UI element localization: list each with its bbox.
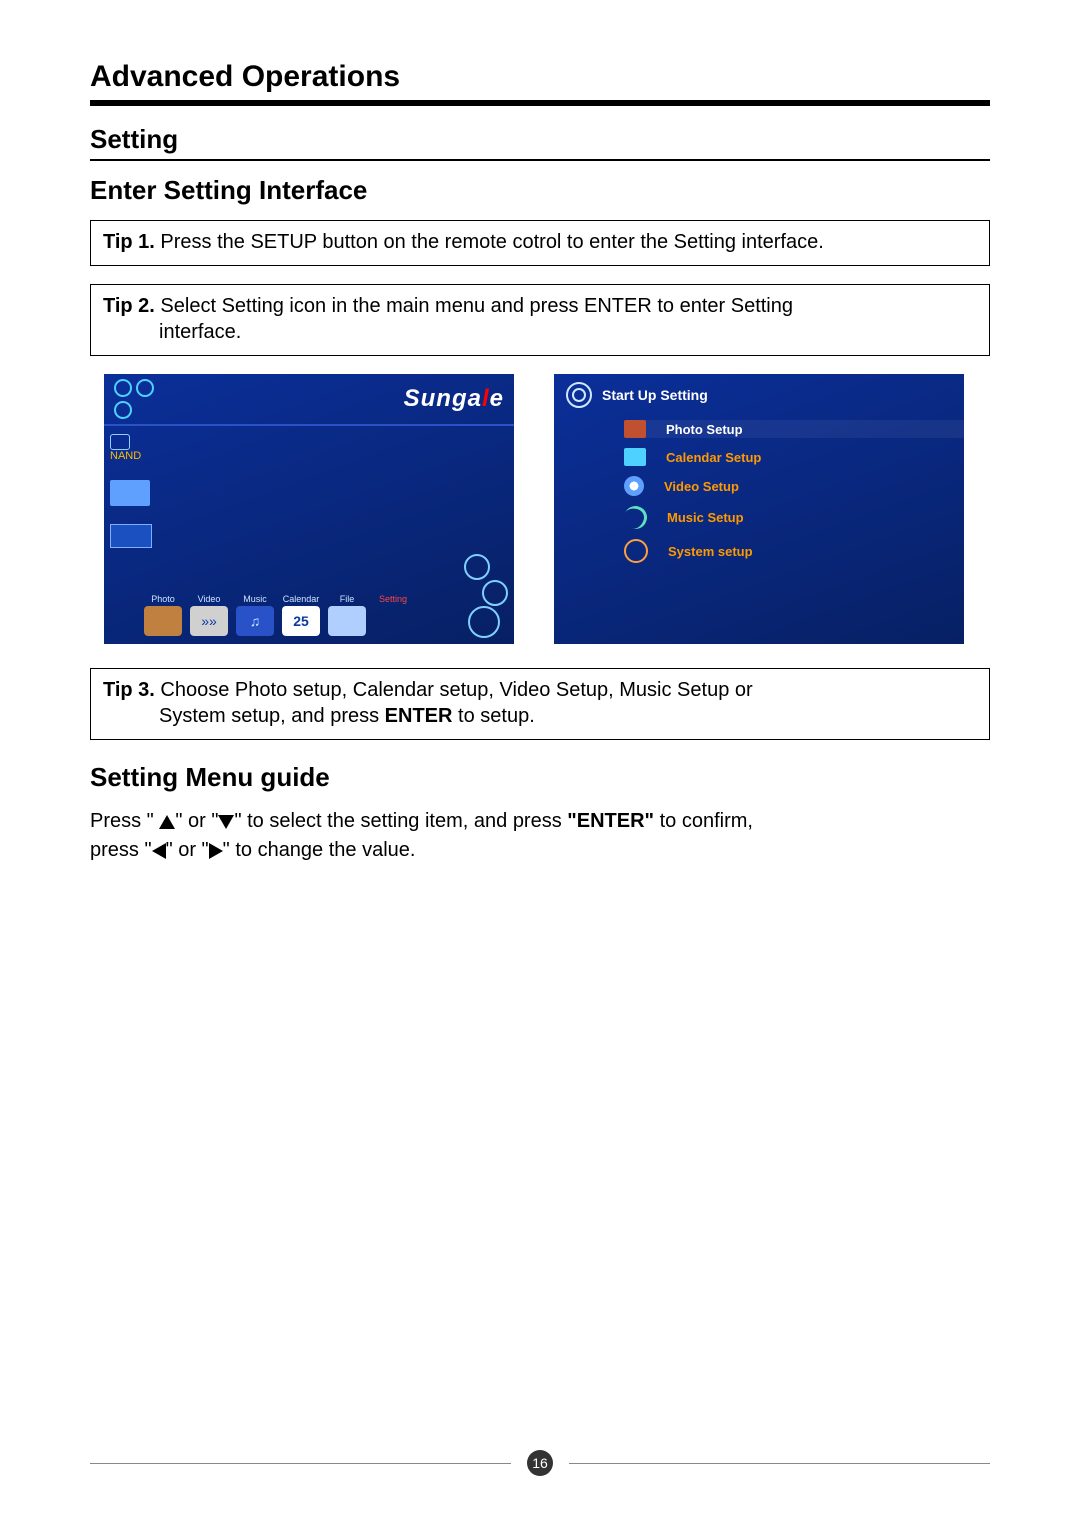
setting-row-calendar[interactable]: Calendar Setup bbox=[624, 448, 964, 466]
setting-row-video[interactable]: Video Setup bbox=[624, 476, 964, 496]
setting-row-music[interactable]: Music Setup bbox=[624, 506, 964, 529]
brand-text-a: Sunga bbox=[404, 385, 482, 412]
storage-icon bbox=[110, 434, 130, 450]
nand-label: NAND bbox=[110, 450, 180, 462]
tip-1-text: Press the SETUP button on the remote cot… bbox=[155, 231, 824, 253]
system-setup-icon bbox=[624, 539, 648, 563]
setting-heading: Setting bbox=[90, 124, 990, 155]
tip-3-box: Tip 3. Choose Photo setup, Calendar setu… bbox=[90, 668, 990, 740]
setting-gears-icon bbox=[444, 554, 508, 638]
up-arrow-icon bbox=[159, 815, 175, 829]
setting-list-title: Start Up Setting bbox=[602, 387, 708, 403]
setting-row-system[interactable]: System setup bbox=[624, 539, 964, 563]
left-arrow-icon bbox=[152, 843, 166, 859]
brand-text-b: l bbox=[482, 385, 490, 412]
footer-rule-left bbox=[90, 1463, 511, 1464]
setting-icon bbox=[374, 606, 412, 636]
setting-row-label: Video Setup bbox=[664, 479, 739, 494]
brand-text-c: e bbox=[490, 385, 504, 412]
setting-row-label: Calendar Setup bbox=[666, 450, 761, 465]
manual-page: Advanced Operations Setting Enter Settin… bbox=[0, 0, 1080, 1532]
menu-label: Video bbox=[198, 594, 221, 604]
thumb-icon-1 bbox=[110, 480, 150, 506]
page-number: 16 bbox=[527, 1450, 553, 1476]
guide-text: " or " bbox=[166, 839, 209, 861]
tip-2-label: Tip 2. bbox=[103, 295, 155, 317]
video-setup-icon bbox=[624, 476, 644, 496]
rule-thick bbox=[90, 100, 990, 106]
calendar-icon: 25 bbox=[282, 606, 320, 636]
menu-label: Setting bbox=[379, 594, 407, 604]
guide-text: Press " bbox=[90, 810, 159, 832]
menu-label: Calendar bbox=[283, 594, 320, 604]
main-menu-sidebar: NAND bbox=[104, 426, 186, 556]
enter-setting-heading: Enter Setting Interface bbox=[90, 175, 990, 206]
tip-3-text: Choose Photo setup, Calendar setup, Vide… bbox=[155, 679, 753, 701]
guide-text: to confirm, bbox=[654, 810, 753, 832]
menu-item-photo[interactable]: Photo bbox=[144, 594, 182, 636]
down-arrow-icon bbox=[218, 815, 234, 829]
menu-label: Photo bbox=[151, 594, 175, 604]
menu-label: File bbox=[340, 594, 355, 604]
menu-item-setting[interactable]: Setting bbox=[374, 594, 412, 636]
page-footer: 16 bbox=[90, 1450, 990, 1476]
photo-setup-icon bbox=[624, 420, 646, 438]
tip-2-text-line2: interface. bbox=[103, 319, 977, 345]
tip-3-text-line2a: System setup, and press bbox=[159, 705, 385, 727]
menu-item-video[interactable]: Video »» bbox=[190, 594, 228, 636]
setting-row-label: Music Setup bbox=[667, 510, 744, 525]
bubbles-icon bbox=[114, 379, 158, 419]
tip-2-box: Tip 2. Select Setting icon in the main m… bbox=[90, 284, 990, 356]
setting-list-header: Start Up Setting bbox=[554, 374, 964, 416]
tip-1-box: Tip 1. Press the SETUP button on the rem… bbox=[90, 220, 990, 266]
tip-3-label: Tip 3. bbox=[103, 679, 155, 701]
file-icon bbox=[328, 606, 366, 636]
tip-2-text: Select Setting icon in the main menu and… bbox=[155, 295, 793, 317]
music-setup-icon bbox=[621, 503, 650, 532]
guide-text: press " bbox=[90, 839, 152, 861]
right-arrow-icon bbox=[209, 843, 223, 859]
menu-guide-heading: Setting Menu guide bbox=[90, 762, 990, 793]
tip-3-text-tail: to setup. bbox=[452, 705, 534, 727]
screenshot-row: Sungale NAND Photo Video »» bbox=[104, 374, 990, 644]
photo-icon bbox=[144, 606, 182, 636]
video-icon: »» bbox=[190, 606, 228, 636]
footer-rule-right bbox=[569, 1463, 990, 1464]
calendar-setup-icon bbox=[624, 448, 646, 466]
menu-item-file[interactable]: File bbox=[328, 594, 366, 636]
setting-row-photo[interactable]: Photo Setup bbox=[624, 420, 964, 438]
guide-enter: "ENTER" bbox=[567, 810, 654, 832]
guide-paragraph: Press " " or " " to select the setting it… bbox=[90, 807, 990, 865]
brand-logo: Sungale bbox=[404, 385, 504, 413]
setting-list: Photo Setup Calendar Setup Video Setup M… bbox=[554, 416, 964, 563]
thumb-icon-2 bbox=[110, 524, 152, 548]
guide-text: " to select the setting item, and press bbox=[234, 810, 567, 832]
page-title: Advanced Operations bbox=[90, 60, 990, 94]
main-menu-topbar: Sungale bbox=[104, 374, 514, 426]
guide-text: " or " bbox=[175, 810, 218, 832]
rule-thin bbox=[90, 159, 990, 161]
setting-row-label: Photo Setup bbox=[666, 422, 743, 437]
menu-item-calendar[interactable]: Calendar 25 bbox=[282, 594, 320, 636]
tip-1-label: Tip 1. bbox=[103, 231, 155, 253]
guide-text: " to change the value. bbox=[223, 839, 416, 861]
tip-3-line2: System setup, and press ENTER to setup. bbox=[103, 703, 977, 729]
screenshot-main-menu: Sungale NAND Photo Video »» bbox=[104, 374, 514, 644]
menu-label: Music bbox=[243, 594, 267, 604]
screenshot-setting-list: Start Up Setting Photo Setup Calendar Se… bbox=[554, 374, 964, 644]
setting-row-label: System setup bbox=[668, 544, 753, 559]
music-icon: ♫ bbox=[236, 606, 274, 636]
gear-icon bbox=[566, 382, 592, 408]
menu-item-music[interactable]: Music ♫ bbox=[236, 594, 274, 636]
tip-3-enter: ENTER bbox=[385, 705, 453, 727]
